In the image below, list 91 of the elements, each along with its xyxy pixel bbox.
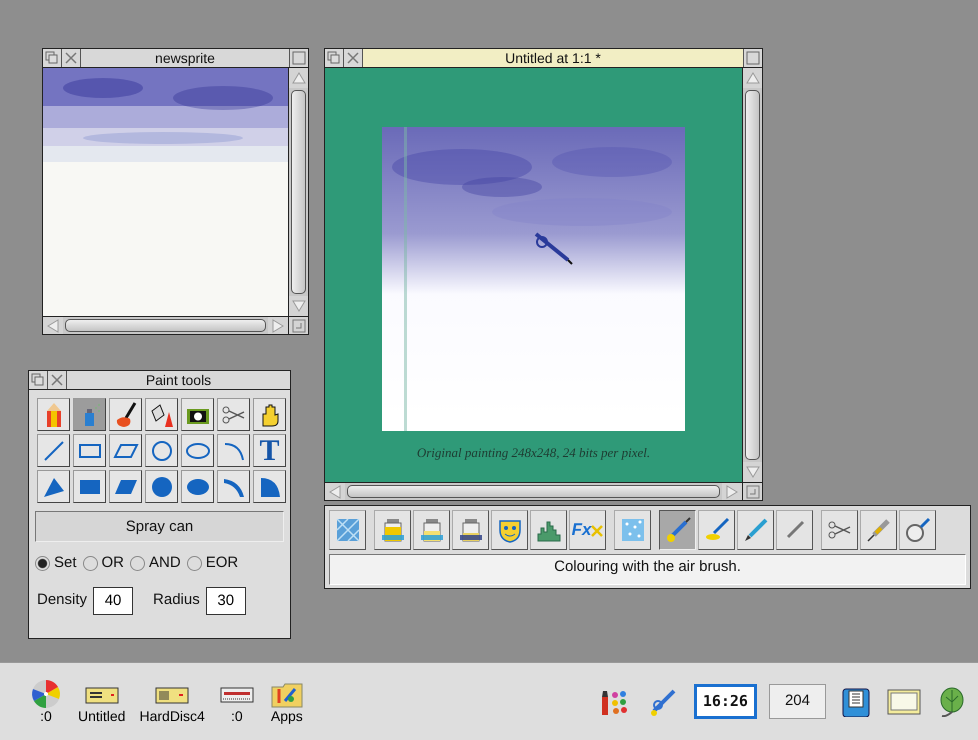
window-title[interactable]: newsprite: [81, 49, 289, 67]
tool-button[interactable]: [73, 470, 106, 503]
tool-button[interactable]: [181, 470, 214, 503]
tool-button[interactable]: [181, 434, 214, 467]
icon-bar-item[interactable]: :0: [218, 679, 255, 724]
syringe-icon: [864, 516, 892, 544]
close-icon: [50, 373, 64, 387]
caption: Original painting 248x248, 24 bits per pixel.: [416, 444, 650, 462]
back-icon: [327, 51, 341, 65]
scrollbar-thumb[interactable]: [745, 90, 760, 460]
icon-bar-item[interactable]: HardDisc4: [139, 679, 205, 724]
right-arrow-icon: [725, 484, 739, 498]
back-icon: [45, 51, 59, 65]
radio-button[interactable]: [82, 556, 98, 571]
field-label: Radius: [153, 590, 200, 610]
down-arrow-icon: [746, 465, 760, 479]
toggle-size-button[interactable]: [743, 49, 762, 67]
icon-bar-item[interactable]: [886, 686, 922, 716]
tool-button[interactable]: [109, 398, 142, 431]
texture-icon: [334, 516, 362, 544]
radio-label[interactable]: AND: [149, 552, 181, 574]
tool-button[interactable]: [614, 510, 651, 550]
tool-button[interactable]: [145, 470, 178, 503]
number-field[interactable]: 40: [93, 586, 134, 614]
tool-button[interactable]: [181, 398, 214, 431]
radio-label[interactable]: OR: [102, 552, 124, 574]
resize-button[interactable]: [742, 483, 762, 500]
resize-icon: [746, 484, 760, 498]
cross-icon: [591, 523, 604, 537]
left-arrow-icon: [328, 484, 342, 498]
tool-button[interactable]: [217, 398, 250, 431]
tool-button[interactable]: [413, 510, 450, 550]
close-button[interactable]: [344, 49, 363, 67]
radio-button[interactable]: [186, 556, 202, 571]
tool-button[interactable]: [217, 470, 250, 503]
tool-button[interactable]: [37, 470, 70, 503]
tool-button[interactable]: [899, 510, 936, 550]
tool-button[interactable]: [73, 434, 106, 467]
tool-button[interactable]: [217, 434, 250, 467]
up-arrow-icon: [746, 71, 760, 85]
monitor-icon: [886, 686, 922, 716]
radio-label[interactable]: EOR: [206, 552, 238, 574]
clock[interactable]: 16:26: [694, 684, 757, 719]
scrollbar-thumb[interactable]: [347, 485, 720, 498]
tool-button[interactable]: [659, 510, 696, 550]
left-arrow-icon: [46, 318, 60, 332]
tool-button[interactable]: [374, 510, 411, 550]
tool-button[interactable]: T: [253, 434, 286, 467]
tool-button[interactable]: [452, 510, 489, 550]
tool-button[interactable]: [109, 470, 142, 503]
down-arrow-icon: [292, 299, 306, 313]
back-button[interactable]: [325, 49, 344, 67]
resize-icon: [292, 318, 306, 332]
close-button[interactable]: [62, 49, 81, 67]
toggle-size-icon: [746, 51, 760, 65]
airbrush-cursor-icon: [532, 230, 574, 266]
back-icon: [31, 373, 45, 387]
right-arrow-icon: [271, 318, 285, 332]
radio-button[interactable]: [35, 556, 50, 571]
toggle-size-button[interactable]: [289, 49, 308, 67]
tool-button[interactable]: [37, 434, 70, 467]
window-title[interactable]: Untitled at 1:1 *: [363, 49, 743, 67]
icon-bar-item[interactable]: :0: [28, 679, 64, 724]
tool-button[interactable]: [145, 434, 178, 467]
close-icon: [346, 51, 360, 65]
tool-button[interactable]: Fx: [569, 510, 606, 550]
icon-bar-item[interactable]: Apps: [268, 679, 305, 724]
tool-button[interactable]: [109, 434, 142, 467]
scrollbar-thumb[interactable]: [291, 90, 306, 294]
tool-button[interactable]: [253, 470, 286, 503]
magnifier-icon: [904, 516, 932, 544]
scrollbar-thumb[interactable]: [65, 319, 266, 332]
status-bar: Colouring with the air brush.: [329, 554, 966, 585]
tool-name-display: Spray can: [35, 511, 284, 542]
tool-button[interactable]: [37, 398, 70, 431]
toggle-size-icon: [292, 51, 306, 65]
tool-button[interactable]: [145, 398, 178, 431]
tool-button[interactable]: [253, 398, 286, 431]
window-title[interactable]: Paint tools: [67, 371, 290, 389]
up-arrow-icon: [292, 71, 306, 85]
close-button[interactable]: [48, 371, 67, 389]
close-icon: [64, 51, 78, 65]
radio-label[interactable]: Set: [54, 552, 77, 574]
radio-button[interactable]: [130, 556, 146, 571]
icon-bar-item[interactable]: Untitled: [78, 679, 126, 724]
field-label: Density: [37, 590, 88, 610]
number-field[interactable]: 30: [206, 586, 246, 614]
memory-display[interactable]: 204: [768, 684, 826, 719]
resize-button[interactable]: [288, 317, 308, 334]
back-button[interactable]: [29, 371, 48, 389]
back-button[interactable]: [43, 49, 62, 67]
